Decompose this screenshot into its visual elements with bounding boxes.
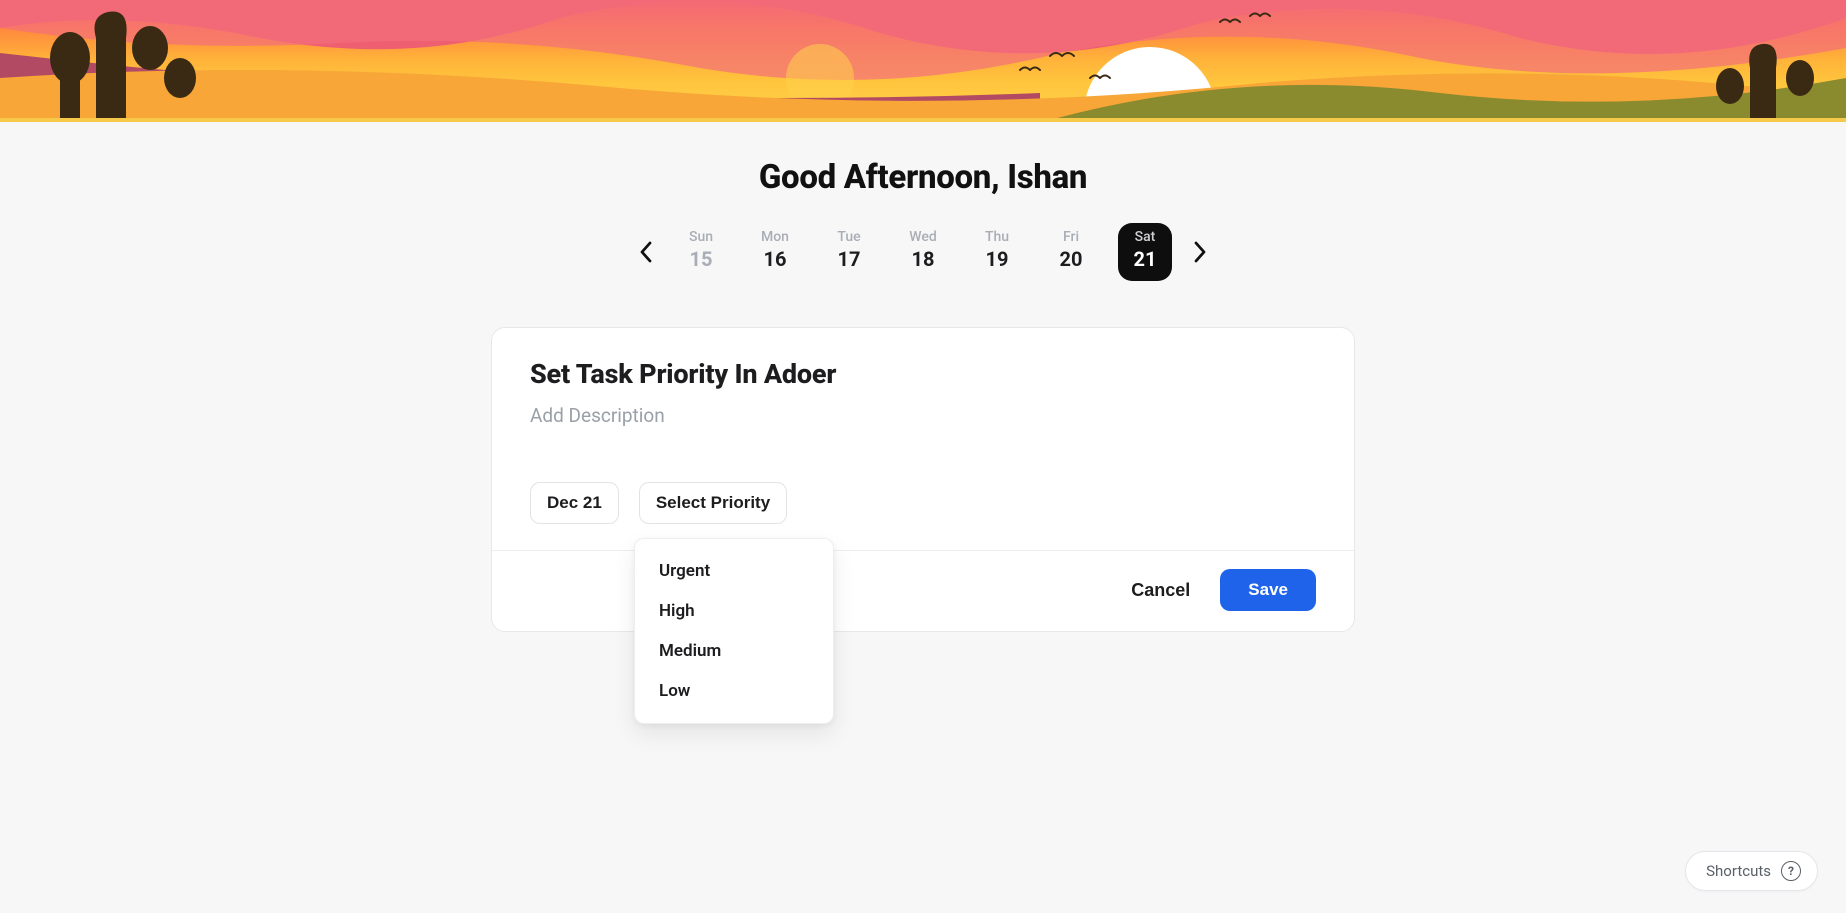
day-of-week-label: Mon (748, 229, 802, 245)
day-cell-15[interactable]: Sun 15 (674, 223, 728, 281)
task-chips-row: Dec 21 Select Priority Urgent High Mediu… (530, 482, 1316, 524)
date-strip: Sun 15 Mon 16 Tue 17 Wed 18 Thu 19 Fri 20 Sat 21 (0, 223, 1846, 281)
chevron-left-icon (639, 241, 653, 263)
day-of-week-label: Fri (1044, 229, 1098, 245)
day-cell-19[interactable]: Thu 19 (970, 223, 1024, 281)
day-of-week-label: Thu (970, 229, 1024, 245)
save-button[interactable]: Save (1220, 569, 1316, 611)
days-row: Sun 15 Mon 16 Tue 17 Wed 18 Thu 19 Fri 20 Sat 21 (674, 223, 1172, 281)
sunset-illustration (0, 0, 1846, 118)
day-number-label: 15 (674, 247, 728, 271)
task-title-input[interactable]: Set Task Priority In Adoer (530, 358, 1316, 390)
day-number-label: 20 (1044, 247, 1098, 271)
day-cell-16[interactable]: Mon 16 (748, 223, 802, 281)
due-date-chip[interactable]: Dec 21 (530, 482, 619, 524)
day-cell-17[interactable]: Tue 17 (822, 223, 876, 281)
day-of-week-label: Sat (1118, 229, 1172, 245)
day-of-week-label: Sun (674, 229, 728, 245)
day-number-label: 17 (822, 247, 876, 271)
day-cell-21[interactable]: Sat 21 (1118, 223, 1172, 281)
prev-week-button[interactable] (626, 232, 666, 272)
chevron-right-icon (1193, 241, 1207, 263)
day-number-label: 21 (1118, 247, 1172, 271)
cancel-button[interactable]: Cancel (1131, 580, 1190, 601)
shortcuts-label: Shortcuts (1706, 862, 1771, 880)
shortcuts-button[interactable]: Shortcuts ? (1685, 851, 1818, 891)
day-of-week-label: Tue (822, 229, 876, 245)
priority-dropdown: Urgent High Medium Low (634, 538, 834, 724)
day-cell-20[interactable]: Fri 20 (1044, 223, 1098, 281)
hero-banner (0, 0, 1846, 122)
priority-option-urgent[interactable]: Urgent (635, 551, 833, 591)
task-description-input[interactable] (530, 404, 1316, 432)
help-icon: ? (1781, 861, 1801, 881)
day-number-label: 18 (896, 247, 950, 271)
priority-option-low[interactable]: Low (635, 671, 833, 711)
day-of-week-label: Wed (896, 229, 950, 245)
day-number-label: 19 (970, 247, 1024, 271)
task-card: Set Task Priority In Adoer Dec 21 Select… (491, 327, 1355, 632)
priority-chip[interactable]: Select Priority (639, 482, 787, 524)
card-footer: Cancel Save (492, 550, 1354, 631)
priority-option-medium[interactable]: Medium (635, 631, 833, 671)
next-week-button[interactable] (1180, 232, 1220, 272)
day-cell-18[interactable]: Wed 18 (896, 223, 950, 281)
greeting-heading: Good Afternoon, Ishan (0, 158, 1846, 197)
day-number-label: 16 (748, 247, 802, 271)
priority-option-high[interactable]: High (635, 591, 833, 631)
